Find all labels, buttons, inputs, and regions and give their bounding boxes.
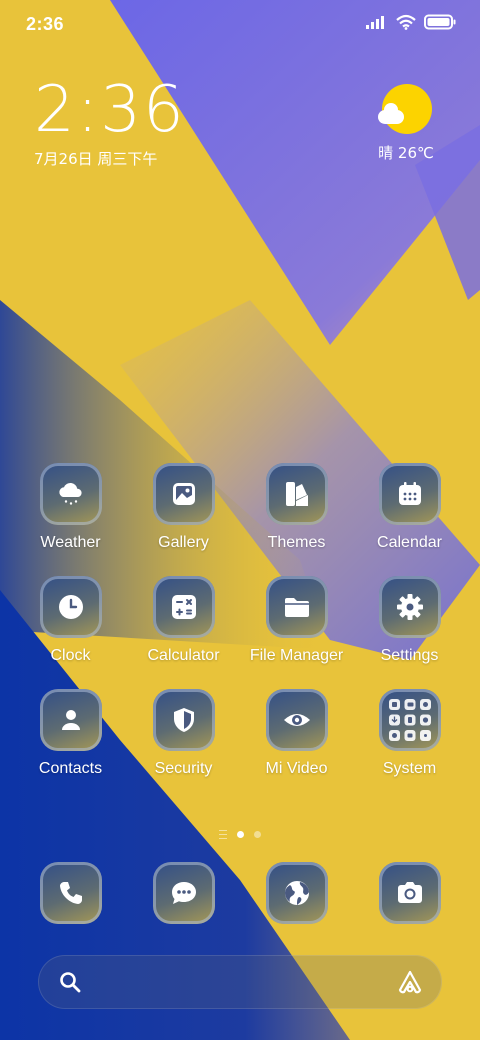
app-contacts[interactable]: Contacts [14,689,127,778]
assistant-icon[interactable] [396,969,424,995]
feed-page-indicator [219,830,227,839]
page-dot [254,831,261,838]
app-label: Mi Video [265,760,328,777]
app-label: Settings [380,647,439,664]
app-security[interactable]: Security [127,689,240,778]
browser-globe-icon [265,862,328,924]
app-file-manager[interactable]: File Manager [240,576,353,665]
clock-icon [39,576,102,638]
wifi-icon [396,14,416,30]
page-indicator[interactable] [0,830,480,839]
dock-phone[interactable] [14,862,127,924]
eye-icon [265,689,328,751]
app-label: Calculator [147,647,220,664]
phone-icon [39,862,102,924]
app-system-folder[interactable]: System [353,689,466,778]
app-label: Weather [40,534,101,551]
app-themes[interactable]: Themes [240,463,353,552]
weather-text: 晴 26℃ [378,144,434,162]
app-weather[interactable]: Weather [14,463,127,552]
camera-icon [378,862,441,924]
app-gallery[interactable]: Gallery [127,463,240,552]
app-label: Themes [267,534,326,551]
clock-time: 2:36 [34,73,186,147]
status-icons [366,14,456,30]
app-mi-video[interactable]: Mi Video [240,689,353,778]
message-icon [152,862,215,924]
search-icon [60,972,81,993]
dock-browser[interactable] [240,862,353,924]
app-calculator[interactable]: Calculator [127,576,240,665]
folder-grid-icon [378,689,441,751]
app-label: Gallery [158,534,209,551]
dock-messages[interactable] [127,862,240,924]
person-icon [39,689,102,751]
app-clock[interactable]: Clock [14,576,127,665]
app-label: System [382,760,437,777]
page-dot-active [237,831,244,838]
clock-date: 7月26日 周三下午 [34,150,158,168]
calendar-icon [378,463,441,525]
folder-icon [265,576,328,638]
app-label: Security [154,760,213,777]
app-calendar[interactable]: Calendar [353,463,466,552]
battery-icon [424,14,456,30]
app-label: File Manager [249,647,344,664]
app-label: Clock [50,647,91,664]
gear-icon [378,576,441,638]
weather-widget[interactable]: 晴 26℃ [366,82,446,163]
status-bar: 2:36 [0,0,480,50]
calculator-icon [152,576,215,638]
app-label: Contacts [38,760,103,777]
search-bar[interactable] [38,955,442,1009]
status-time: 2:36 [26,14,65,34]
signal-icon [366,16,384,29]
app-grid: Weather Gallery Themes Calendar Clock Ca… [14,463,466,778]
dock [14,862,466,924]
app-settings[interactable]: Settings [353,576,466,665]
app-label: Calendar [377,534,442,551]
themes-palette-icon [265,463,328,525]
dock-camera[interactable] [353,862,466,924]
clock-widget[interactable]: 2:36 7月26日 周三下午 [34,78,186,169]
gallery-image-icon [152,463,215,525]
shield-icon [152,689,215,751]
weather-cloud-icon [39,463,102,525]
sun-cloud-icon [378,82,432,134]
